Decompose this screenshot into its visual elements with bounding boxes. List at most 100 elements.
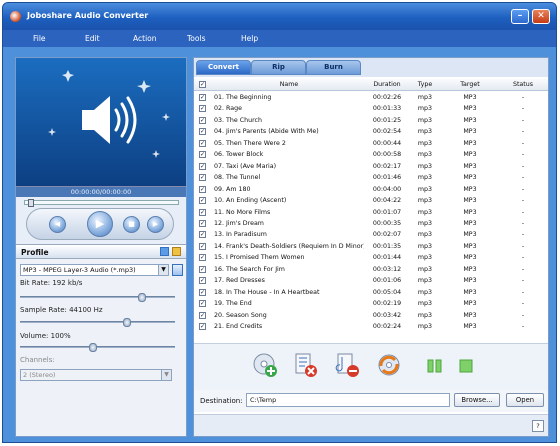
- table-row[interactable]: ✓ 06. Tower Block 00:00:58 mp3 MP3 -: [194, 149, 548, 160]
- row-checkbox[interactable]: ✓: [199, 323, 206, 330]
- table-row[interactable]: ✓ 05. Then There Were 2 00:00:44 mp3 MP3 -: [194, 138, 548, 149]
- row-checkbox[interactable]: ✓: [199, 197, 206, 205]
- row-checkbox[interactable]: ✓: [199, 231, 206, 239]
- sample-rate-handle[interactable]: [122, 318, 131, 327]
- help-button[interactable]: ?: [532, 420, 544, 432]
- cell-type: mp3: [417, 105, 433, 113]
- menu-help[interactable]: Help: [241, 34, 258, 43]
- row-checkbox[interactable]: ✓: [199, 265, 206, 273]
- table-row[interactable]: ✓ 10. An Ending (Ascent) 00:04:22 mp3 MP3 -: [194, 195, 548, 206]
- column-header-name[interactable]: Name: [214, 79, 364, 91]
- cell-status: -: [521, 311, 525, 319]
- table-row[interactable]: ✓ 21. End Credits 00:02:24 mp3 MP3 -: [194, 321, 548, 332]
- volume-handle[interactable]: [89, 343, 98, 352]
- cell-type: mp3: [417, 277, 433, 285]
- convert-icon[interactable]: [376, 352, 402, 378]
- remove-file-icon[interactable]: [292, 352, 318, 378]
- delete-file-icon[interactable]: [334, 352, 360, 378]
- cell-type: mp3: [417, 139, 433, 147]
- preview-screen: [16, 58, 186, 187]
- row-checkbox[interactable]: ✓: [199, 116, 206, 124]
- row-checkbox[interactable]: ✓: [199, 105, 206, 113]
- channels-select[interactable]: 2 (Stereo) ▼: [20, 369, 172, 381]
- table-row[interactable]: ✓ 16. The Search For Jim 00:03:12 mp3 MP3 -: [194, 264, 548, 275]
- previous-button[interactable]: ◀: [49, 216, 66, 233]
- row-checkbox[interactable]: ✓: [199, 288, 206, 296]
- cell-type: mp3: [417, 323, 433, 330]
- select-all-checkbox[interactable]: ✓: [199, 81, 206, 88]
- cell-name: 21. End Credits: [214, 323, 263, 330]
- menu-tools[interactable]: Tools: [187, 34, 205, 43]
- cell-target: MP3: [463, 288, 477, 296]
- title-bar[interactable]: Joboshare Audio Converter – ✕: [3, 3, 556, 30]
- row-checkbox[interactable]: ✓: [199, 185, 206, 193]
- cell-type: mp3: [417, 265, 433, 273]
- table-row[interactable]: ✓ 03. The Church 00:01:25 mp3 MP3 -: [194, 115, 548, 126]
- profile-settings-icon[interactable]: [160, 247, 169, 256]
- table-row[interactable]: ✓ 09. Am 180 00:04:00 mp3 MP3 -: [194, 184, 548, 195]
- table-row[interactable]: ✓ 02. Rage 00:01:33 mp3 MP3 -: [194, 103, 548, 114]
- row-checkbox[interactable]: ✓: [199, 208, 206, 216]
- menu-file[interactable]: File: [33, 34, 46, 43]
- row-checkbox[interactable]: ✓: [199, 311, 206, 319]
- bit-rate-handle[interactable]: [137, 293, 146, 302]
- format-options-button[interactable]: [172, 264, 183, 276]
- cell-status: -: [521, 277, 525, 285]
- table-row[interactable]: ✓ 04. Jim's Parents (Abide With Me) 00:02:…: [194, 126, 548, 137]
- minimize-button[interactable]: –: [511, 9, 529, 24]
- row-checkbox[interactable]: ✓: [199, 300, 206, 308]
- menu-action[interactable]: Action: [133, 34, 157, 43]
- table-row[interactable]: ✓ 11. No More Films 00:01:07 mp3 MP3 -: [194, 207, 548, 218]
- table-row[interactable]: ✓ 18. In The House - In A Heartbeat 00:05:…: [194, 287, 548, 298]
- next-button[interactable]: ▶: [147, 216, 164, 233]
- pause-icon[interactable]: [422, 352, 448, 378]
- row-checkbox[interactable]: ✓: [199, 162, 206, 170]
- stop-button[interactable]: ■: [123, 216, 140, 233]
- row-checkbox[interactable]: ✓: [199, 277, 206, 285]
- destination-input[interactable]: C:\Temp: [246, 393, 450, 407]
- seek-handle[interactable]: [27, 199, 34, 207]
- play-button[interactable]: ▶: [87, 211, 113, 237]
- seek-bar[interactable]: [24, 199, 179, 207]
- profile-edit-icon[interactable]: [172, 247, 181, 256]
- volume-slider[interactable]: [20, 343, 175, 352]
- column-header-status[interactable]: Status: [500, 79, 546, 91]
- table-row[interactable]: ✓ 20. Season Song 00:03:42 mp3 MP3 -: [194, 310, 548, 321]
- column-header-target[interactable]: Target: [440, 79, 500, 91]
- column-header-duration[interactable]: Duration: [366, 79, 408, 91]
- table-row[interactable]: ✓ 17. Red Dresses 00:01:06 mp3 MP3 -: [194, 275, 548, 286]
- cell-type: mp3: [417, 185, 433, 193]
- column-header-type[interactable]: Type: [410, 79, 440, 91]
- row-checkbox[interactable]: ✓: [199, 254, 206, 262]
- cell-name: 20. Season Song: [214, 311, 267, 319]
- row-checkbox[interactable]: ✓: [199, 128, 206, 136]
- add-file-icon[interactable]: [252, 352, 278, 378]
- close-button[interactable]: ✕: [532, 9, 550, 24]
- row-checkbox[interactable]: ✓: [199, 94, 206, 101]
- row-checkbox[interactable]: ✓: [199, 139, 206, 147]
- stop-icon[interactable]: [454, 352, 480, 378]
- cell-duration: 00:02:19: [372, 300, 402, 308]
- row-checkbox[interactable]: ✓: [199, 219, 206, 227]
- tab-convert[interactable]: Convert: [196, 60, 251, 75]
- browse-button[interactable]: Browse...: [454, 393, 500, 407]
- tab-rip[interactable]: Rip: [251, 60, 306, 75]
- table-row[interactable]: ✓ 07. Taxi (Ave Maria) 00:02:17 mp3 MP3 -: [194, 161, 548, 172]
- tab-burn[interactable]: Burn: [306, 60, 361, 75]
- bit-rate-slider[interactable]: [20, 293, 175, 302]
- row-checkbox[interactable]: ✓: [199, 242, 206, 250]
- menu-edit[interactable]: Edit: [85, 34, 100, 43]
- table-row[interactable]: ✓ 14. Frank's Death-Soldiers (Requiem In …: [194, 241, 548, 252]
- table-row[interactable]: ✓ 15. I Promised Them Women 00:01:44 mp3 MP3…: [194, 252, 548, 263]
- table-row[interactable]: ✓ 08. The Tunnel 00:01:46 mp3 MP3 -: [194, 172, 548, 183]
- table-row[interactable]: ✓ 12. Jim's Dream 00:00:35 mp3 MP3 -: [194, 218, 548, 229]
- channels-value: 2 (Stereo): [23, 371, 56, 379]
- row-checkbox[interactable]: ✓: [199, 151, 206, 159]
- sample-rate-slider[interactable]: [20, 318, 175, 327]
- table-row[interactable]: ✓ 01. The Beginning 00:02:26 mp3 MP3 -: [194, 92, 548, 103]
- open-button[interactable]: Open: [506, 393, 544, 407]
- row-checkbox[interactable]: ✓: [199, 174, 206, 182]
- format-select[interactable]: MP3 - MPEG Layer-3 Audio (*.mp3) ▼: [20, 264, 169, 276]
- table-row[interactable]: ✓ 13. In Paradisum 00:02:07 mp3 MP3 -: [194, 229, 548, 240]
- table-row[interactable]: ✓ 19. The End 00:02:19 mp3 MP3 -: [194, 298, 548, 309]
